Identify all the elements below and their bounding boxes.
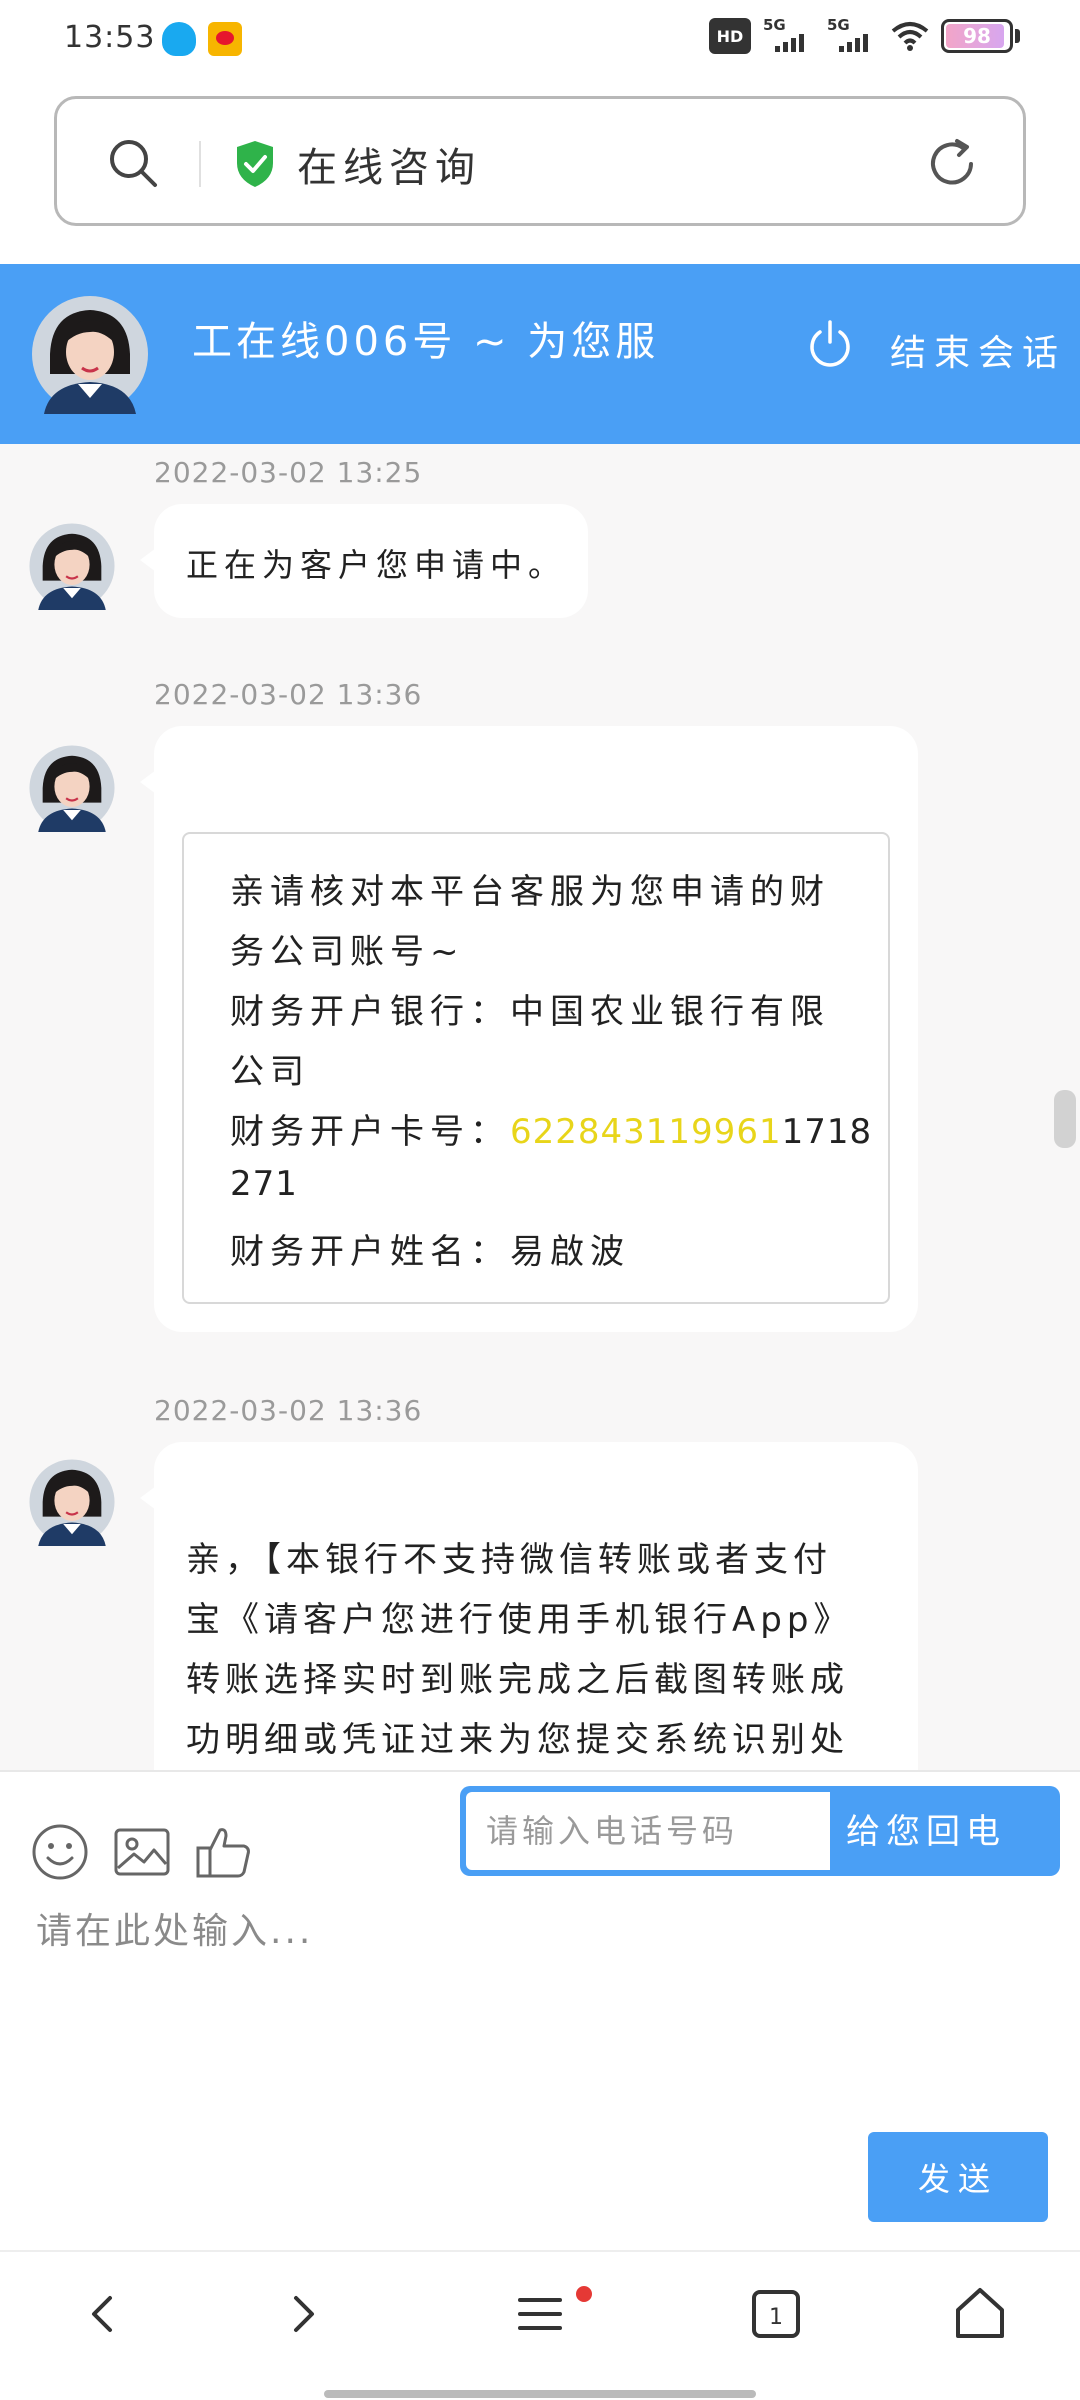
status-bar: 13:53 HD 5G 5G 98 [0, 0, 1080, 86]
menu-icon[interactable] [508, 2282, 572, 2346]
battery-tip [1015, 29, 1020, 43]
message-line: 亲，【本银行不支持微信转账或者支付 [186, 1540, 832, 1580]
message-timestamp: 2022-03-02 13:25 [154, 456, 423, 489]
tabs-icon[interactable]: 1 [744, 2282, 808, 2346]
account-number-highlight[interactable]: 622843119961 [510, 1112, 782, 1152]
emoji-icon[interactable] [30, 1822, 90, 1882]
address-bar[interactable]: 在线咨询 [54, 96, 1026, 226]
message-line: 公司 [230, 1052, 310, 1092]
page-title: 在线咨询 [297, 145, 481, 191]
agent-avatar [28, 522, 116, 610]
message-line: 财务开户姓名：易啟波 [230, 1232, 630, 1272]
message-bubble: 亲请核对本平台客服为您申请的财 务公司账号~ 财务开户银行：中国农业银行有限 公… [140, 726, 918, 1332]
reload-icon[interactable] [923, 135, 981, 193]
address-divider [199, 141, 201, 187]
callback-group: 给您回电 [460, 1786, 1060, 1876]
wifi-icon [891, 22, 929, 51]
message-line: 务公司账号~ [230, 932, 465, 972]
tabs-count: 1 [769, 2305, 783, 2330]
browser-bottom-nav: 1 [0, 2250, 1080, 2400]
agent-avatar [28, 1458, 116, 1546]
status-time: 13:53 [64, 20, 156, 55]
signal-icon-2: 5G [827, 16, 879, 54]
home-icon[interactable] [948, 2282, 1012, 2346]
agent-avatar [28, 744, 116, 832]
chat-messages[interactable]: 2022-03-02 13:25 正在为客户您申请中。 2022-03-02 1… [0, 444, 1080, 1770]
callback-button[interactable]: 给您回电 [846, 1804, 1006, 1853]
account-info-box: 亲请核对本平台客服为您申请的财 务公司账号~ 财务开户银行：中国农业银行有限 公… [182, 832, 890, 1304]
message-line: 亲请核对本平台客服为您申请的财 [230, 872, 830, 912]
message-bubble: 正在为客户您申请中。 [140, 504, 588, 618]
compose-area: 给您回电 发送 [0, 1770, 1080, 2250]
account-number-rest: 1718 [781, 1112, 873, 1152]
message-timestamp: 2022-03-02 13:36 [154, 678, 423, 711]
end-session-button[interactable]: 结束会话 [890, 324, 1066, 376]
thumbs-up-icon[interactable] [194, 1822, 254, 1882]
qq-notification-icon [162, 22, 196, 56]
search-icon[interactable] [105, 135, 161, 191]
hd-voice-icon: HD [709, 18, 751, 54]
scrollbar-thumb[interactable] [1054, 1090, 1076, 1148]
send-button[interactable]: 发送 [868, 2132, 1048, 2222]
chat-header: 工在线006号 ~ 为您服 结束会话 [0, 264, 1080, 444]
weibo-notification-icon [208, 22, 242, 56]
message-timestamp: 2022-03-02 13:36 [154, 1394, 423, 1427]
message-line: 功明细或凭证过来为您提交系统识别处 [186, 1720, 849, 1760]
message-line: 271 [230, 1164, 298, 1204]
image-icon[interactable] [112, 1822, 172, 1882]
home-indicator[interactable] [324, 2390, 756, 2398]
battery-icon: 98 [941, 19, 1013, 53]
forward-icon[interactable] [270, 2282, 334, 2346]
shield-check-icon [237, 141, 273, 187]
back-icon[interactable] [72, 2282, 136, 2346]
account-number-line: 财务开户卡号：6228431199611718 [230, 1104, 872, 1153]
agent-name: 工在线006号 ~ 为您服 [192, 319, 660, 365]
power-icon[interactable] [806, 318, 854, 370]
signal-icon: 5G [763, 16, 815, 54]
message-line: 财务开户卡号： [230, 1112, 510, 1152]
message-input[interactable] [36, 1902, 1036, 2082]
message-line: 转账选择实时到账完成之后截图转账成 [186, 1660, 849, 1700]
notification-dot [576, 2286, 592, 2302]
message-line: 宝《请客户您进行使用手机银行App》 [186, 1600, 853, 1640]
message-line: 财务开户银行：中国农业银行有限 [230, 992, 830, 1032]
message-text: 正在为客户您申请中。 [186, 546, 567, 584]
message-bubble: 亲，【本银行不支持微信转账或者支付 宝《请客户您进行使用手机银行App》 转账选… [140, 1442, 918, 1770]
phone-number-input[interactable] [466, 1792, 830, 1870]
agent-avatar [30, 294, 150, 414]
